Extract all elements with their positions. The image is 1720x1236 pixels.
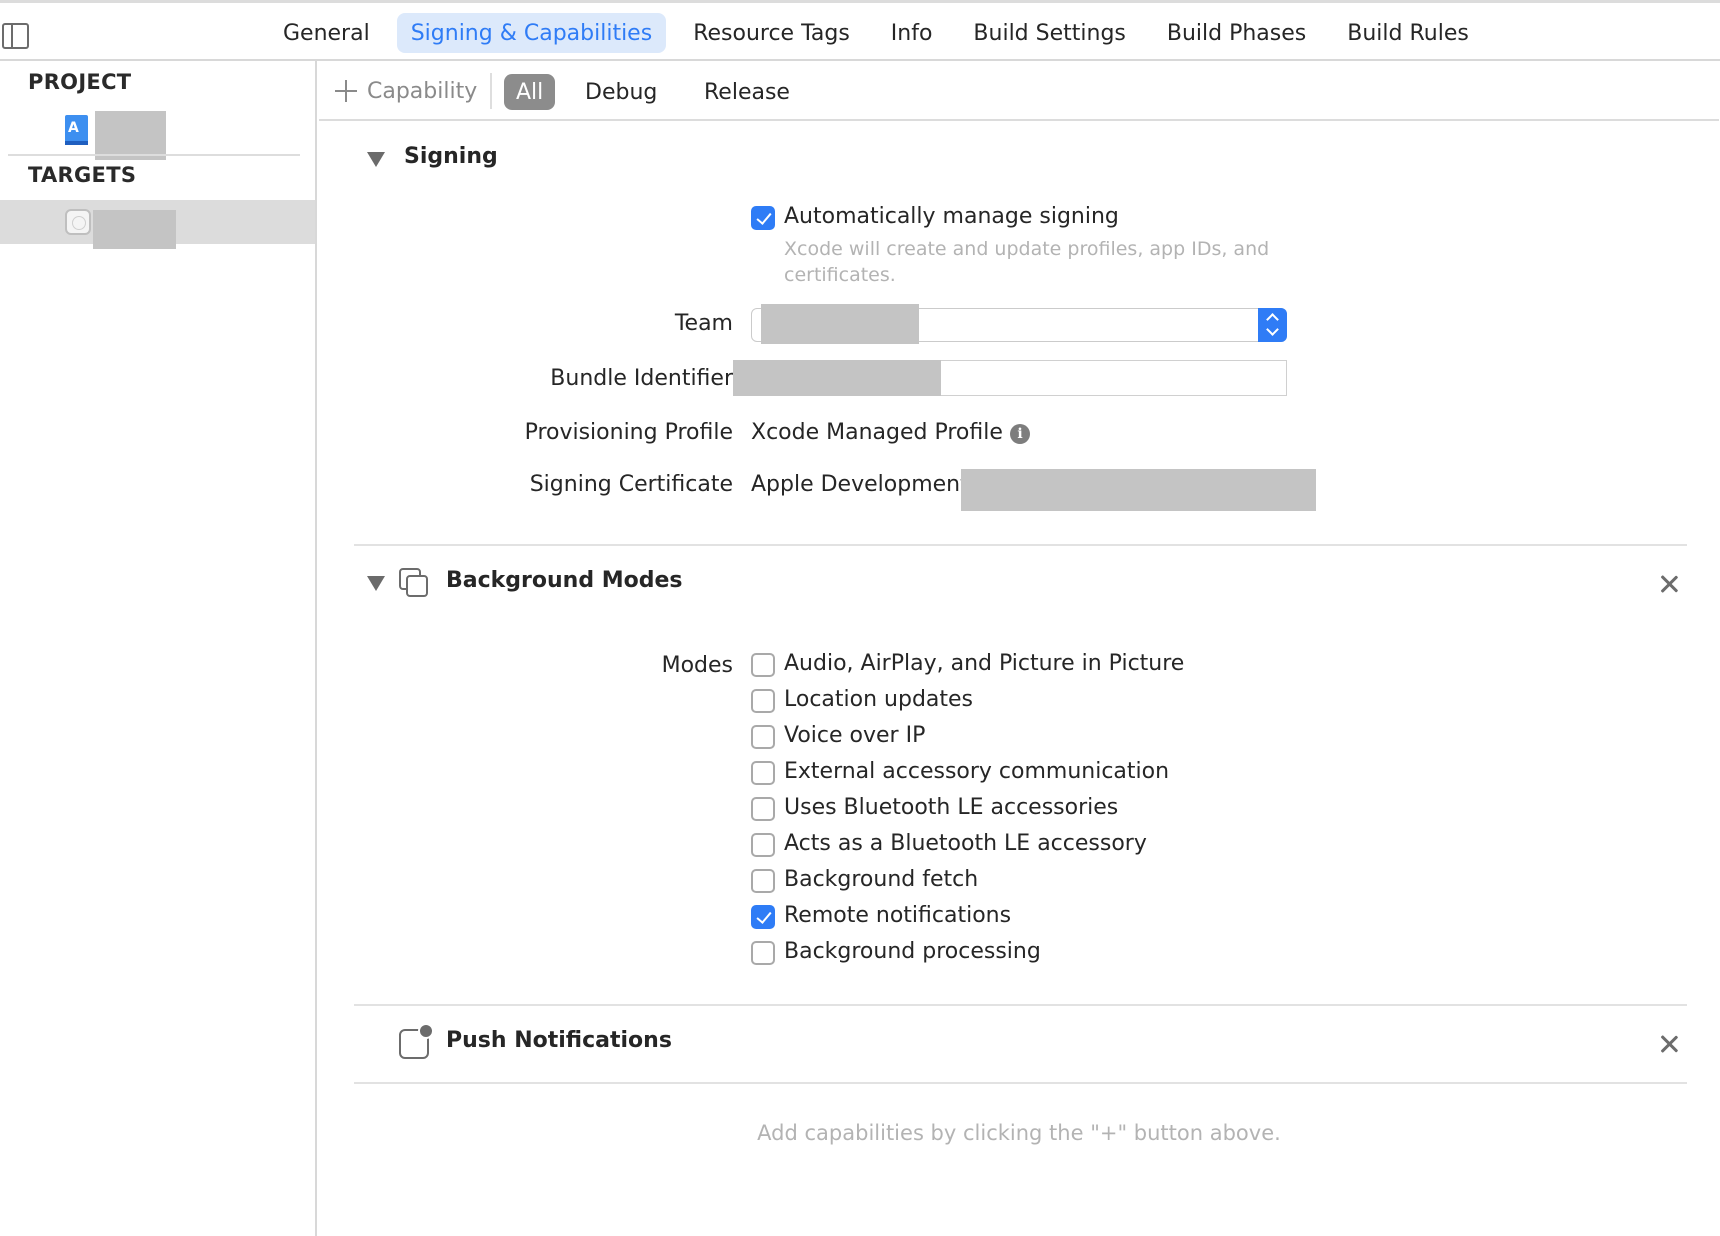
- tab-resource-tags[interactable]: Resource Tags: [679, 13, 864, 53]
- push-notifications-icon: [399, 1023, 434, 1059]
- redacted-team-name: [761, 304, 919, 344]
- section-divider: [354, 1004, 1687, 1006]
- auto-manage-signing-label: Automatically manage signing: [784, 204, 1119, 229]
- mode-background-fetch-checkbox[interactable]: [751, 869, 775, 893]
- mode-voip-checkbox[interactable]: [751, 725, 775, 749]
- mode-background-fetch-label: Background fetch: [784, 867, 979, 892]
- team-popup[interactable]: [751, 304, 1287, 344]
- auto-manage-signing-hint: Xcode will create and update profiles, a…: [784, 238, 1270, 286]
- add-capability-button[interactable]: Capability: [335, 75, 477, 107]
- editor-tab-bar: General Signing & Capabilities Resource …: [0, 0, 1720, 61]
- mode-remote-notifications-checkbox[interactable]: [751, 905, 775, 929]
- mode-location-label: Location updates: [784, 687, 974, 712]
- mode-bluetooth-central-checkbox[interactable]: [751, 797, 775, 821]
- mode-audio-checkbox[interactable]: [751, 653, 775, 677]
- background-modes-icon: [399, 568, 431, 600]
- background-modes-disclosure-icon[interactable]: [367, 576, 385, 591]
- redacted-bundle-id: [733, 360, 941, 396]
- remove-push-notifications-close-icon[interactable]: [1660, 1035, 1678, 1053]
- info-icon[interactable]: i: [1010, 424, 1030, 444]
- add-capability-label: Capability: [367, 78, 478, 104]
- project-row[interactable]: [0, 109, 315, 160]
- toolbar-separator: [490, 73, 492, 109]
- remove-background-modes-close-icon[interactable]: [1660, 575, 1678, 593]
- mode-voip-label: Voice over IP: [784, 723, 926, 748]
- project-heading: PROJECT: [28, 70, 132, 94]
- tab-build-settings[interactable]: Build Settings: [959, 13, 1139, 53]
- target-row[interactable]: [0, 200, 315, 249]
- plus-icon: [335, 80, 357, 102]
- tab-signing-capabilities[interactable]: Signing & Capabilities: [396, 13, 667, 53]
- add-capabilities-hint: Add capabilities by clicking the "+" but…: [757, 1121, 1281, 1145]
- app-target-icon: [65, 209, 91, 235]
- redacted-project-name: [95, 111, 166, 160]
- navigator-divider: [8, 154, 300, 156]
- signing-section-title: Signing: [404, 144, 498, 169]
- tab-info[interactable]: Info: [877, 13, 947, 53]
- mode-external-accessory-checkbox[interactable]: [751, 761, 775, 785]
- redacted-certificate-name: [961, 469, 1316, 511]
- redacted-target-name: [93, 210, 176, 249]
- capability-filter-bar: Capability All Debug Release: [319, 61, 1719, 121]
- popup-chevron-icon[interactable]: [1258, 308, 1287, 342]
- signing-certificate-label: Signing Certificate: [529, 472, 733, 497]
- signing-certificate-value: Apple Development:: [751, 472, 977, 497]
- mode-audio-label: Audio, AirPlay, and Picture in Picture: [784, 651, 1185, 676]
- mode-bluetooth-peripheral-label: Acts as a Bluetooth LE accessory: [784, 831, 1147, 856]
- modes-label: Modes: [661, 653, 733, 678]
- mode-location-checkbox[interactable]: [751, 689, 775, 713]
- capabilities-editor: Capability All Debug Release Signing Aut…: [319, 61, 1719, 1236]
- tab-build-phases[interactable]: Build Phases: [1153, 13, 1320, 53]
- targets-heading: TARGETS: [28, 163, 137, 187]
- tab-general[interactable]: General: [269, 13, 384, 53]
- team-label: Team: [674, 311, 733, 336]
- section-divider: [354, 1082, 1687, 1084]
- section-divider: [354, 544, 1687, 546]
- xcode-project-icon: [65, 115, 88, 145]
- sidebar-toggle-icon[interactable]: [2, 23, 29, 49]
- filter-all[interactable]: All: [504, 74, 556, 110]
- provisioning-profile-value: Xcode Managed Profile: [751, 420, 1003, 445]
- filter-debug[interactable]: Debug: [573, 74, 669, 110]
- mode-background-processing-label: Background processing: [784, 939, 1041, 964]
- tab-build-rules[interactable]: Build Rules: [1333, 13, 1483, 53]
- mode-background-processing-checkbox[interactable]: [751, 941, 775, 965]
- provisioning-profile-label: Provisioning Profile: [524, 420, 733, 445]
- bundle-identifier-field[interactable]: [733, 360, 1287, 396]
- editor-tabs: General Signing & Capabilities Resource …: [269, 13, 1496, 53]
- auto-manage-signing-checkbox[interactable]: [751, 206, 775, 230]
- filter-release[interactable]: Release: [692, 74, 802, 110]
- mode-remote-notifications-label: Remote notifications: [784, 903, 1012, 928]
- mode-external-accessory-label: External accessory communication: [784, 759, 1170, 784]
- mode-bluetooth-central-label: Uses Bluetooth LE accessories: [784, 795, 1119, 820]
- bundle-identifier-label: Bundle Identifier: [550, 366, 733, 391]
- project-navigator: PROJECT TARGETS: [0, 61, 317, 1236]
- push-notifications-section-title: Push Notifications: [446, 1028, 672, 1053]
- signing-disclosure-icon[interactable]: [367, 152, 385, 167]
- background-modes-section-title: Background Modes: [446, 568, 683, 593]
- mode-bluetooth-peripheral-checkbox[interactable]: [751, 833, 775, 857]
